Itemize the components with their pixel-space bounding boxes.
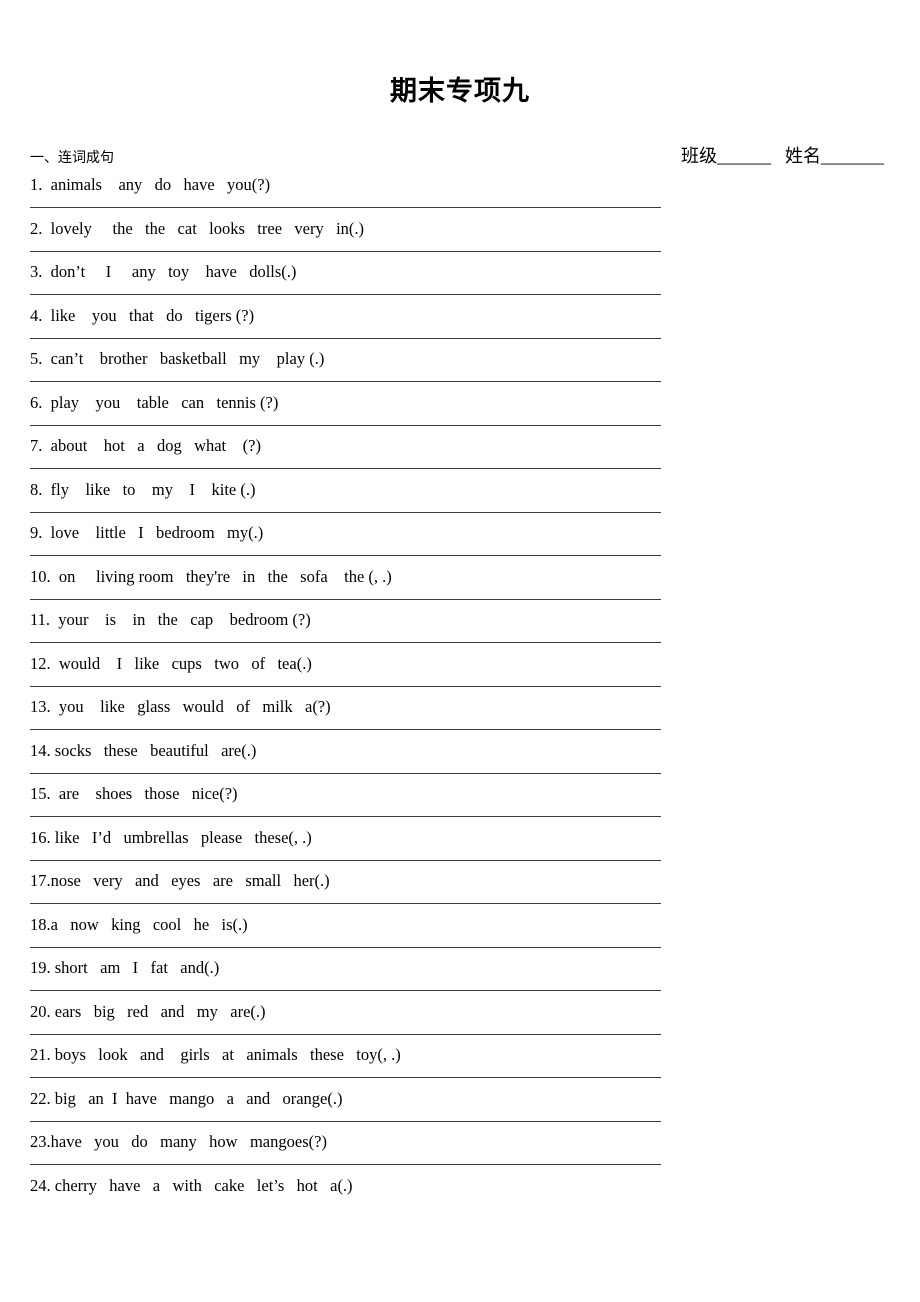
answer-line[interactable] — [30, 294, 661, 295]
question-text: 21. boys look and girls at animals these… — [30, 1045, 401, 1064]
answer-line[interactable] — [30, 1077, 661, 1078]
answer-line[interactable] — [30, 598, 661, 600]
answer-line[interactable] — [30, 250, 661, 252]
question-text: 3. don’t I any toy have dolls(.) — [30, 262, 297, 281]
name-blank-line[interactable]: _______ — [821, 146, 884, 166]
answer-line[interactable] — [30, 946, 661, 948]
question-row-21: 21. boys look and girls at animals these… — [30, 1043, 890, 1087]
answer-line[interactable] — [30, 468, 661, 469]
question-text: 13. you like glass would of milk a(?) — [30, 697, 331, 716]
question-text: 7. about hot a dog what (?) — [30, 436, 261, 455]
answer-line[interactable] — [30, 1033, 661, 1035]
answer-line[interactable] — [30, 729, 661, 730]
answer-line[interactable] — [30, 685, 661, 687]
question-row-16: 16. like I’d umbrellas please these(, .) — [30, 826, 890, 870]
question-row-12: 12. would I like cups two of tea(.) — [30, 652, 890, 696]
question-text: 19. short am I fat and(.) — [30, 958, 220, 977]
class-label: 班级 — [681, 145, 717, 166]
question-text: 20. ears big red and my are(.) — [30, 1001, 266, 1021]
question-text: 9. love little I bedroom my(.) — [30, 523, 264, 542]
question-row-20: 20. ears big red and my are(.) — [30, 1000, 890, 1044]
section-heading-word-order: 一、连词成句 — [30, 151, 114, 166]
answer-line[interactable] — [30, 555, 661, 556]
answer-line[interactable] — [30, 642, 661, 643]
question-text: 12. would I like cups two of tea(.) — [30, 653, 312, 673]
question-text: 24. cherry have a with cake let’s hot a(… — [30, 1175, 353, 1195]
answer-line[interactable] — [30, 859, 661, 861]
question-row-7: 7. about hot a dog what (?) — [30, 434, 890, 478]
question-row-4: 4. like you that do tigers (?) — [30, 304, 890, 348]
worksheet-page: 期末专项九 班级______ 姓名_______ 一、连词成句 1. animal… — [0, 0, 920, 1302]
question-row-6: 6. play you table can tennis (?) — [30, 391, 890, 435]
answer-line[interactable] — [30, 424, 661, 426]
question-text: 11. your is in the cap bedroom (?) — [30, 610, 311, 629]
question-row-1: 1. animals any do have you(?) — [30, 173, 890, 217]
question-row-10: 10. on living room they're in the sofa t… — [30, 565, 890, 609]
question-row-17: 17.nose very and eyes are small her(.) — [30, 869, 890, 913]
answer-line[interactable] — [30, 772, 661, 774]
class-blank-line[interactable]: ______ — [717, 146, 771, 166]
question-text: 8. fly like to my I kite (.) — [30, 479, 256, 499]
page-title: 期末专项九 — [390, 76, 530, 107]
answer-line[interactable] — [30, 816, 661, 817]
question-row-13: 13. you like glass would of milk a(?) — [30, 695, 890, 739]
question-text: 2. lovely the the cat looks tree very in… — [30, 218, 365, 238]
question-row-18: 18.a now king cool he is(.) — [30, 913, 890, 957]
question-text: 22. big an I have mango a and orange(.) — [30, 1088, 343, 1108]
question-text: 1. animals any do have you(?) — [30, 175, 271, 194]
question-row-8: 8. fly like to my I kite (.) — [30, 478, 890, 522]
question-text: 15. are shoes those nice(?) — [30, 784, 238, 803]
answer-line[interactable] — [30, 1120, 661, 1122]
question-text: 14. socks these beautiful are(.) — [30, 740, 257, 760]
answer-line[interactable] — [30, 1164, 661, 1165]
question-row-5: 5. can’t brother basketball my play (.) — [30, 347, 890, 391]
answer-line[interactable] — [30, 337, 661, 339]
question-text: 4. like you that do tigers (?) — [30, 305, 255, 325]
question-row-3: 3. don’t I any toy have dolls(.) — [30, 260, 890, 304]
answer-line[interactable] — [30, 207, 661, 208]
question-row-24: 24. cherry have a with cake let’s hot a(… — [30, 1174, 890, 1218]
answer-line[interactable] — [30, 903, 661, 904]
question-row-22: 22. big an I have mango a and orange(.) — [30, 1087, 890, 1131]
question-text: 5. can’t brother basketball my play (.) — [30, 349, 325, 368]
question-row-23: 23.have you do many how mangoes(?) — [30, 1130, 890, 1174]
question-text: 23.have you do many how mangoes(?) — [30, 1132, 327, 1151]
question-row-19: 19. short am I fat and(.) — [30, 956, 890, 1000]
answer-line[interactable] — [30, 511, 661, 513]
question-text: 17.nose very and eyes are small her(.) — [30, 871, 330, 890]
question-text: 10. on living room they're in the sofa t… — [30, 566, 392, 586]
question-text: 6. play you table can tennis (?) — [30, 392, 279, 412]
question-row-15: 15. are shoes those nice(?) — [30, 782, 890, 826]
question-row-2: 2. lovely the the cat looks tree very in… — [30, 217, 890, 261]
question-row-14: 14. socks these beautiful are(.) — [30, 739, 890, 783]
question-list: 1. animals any do have you(?) 2. lovely … — [30, 173, 890, 1217]
question-text: 18.a now king cool he is(.) — [30, 914, 248, 934]
question-text: 16. like I’d umbrellas please these(, .) — [30, 827, 312, 847]
answer-line[interactable] — [30, 990, 661, 991]
answer-line[interactable] — [30, 381, 661, 382]
question-row-11: 11. your is in the cap bedroom (?) — [30, 608, 890, 652]
name-label: 姓名 — [785, 145, 821, 166]
question-row-9: 9. love little I bedroom my(.) — [30, 521, 890, 565]
